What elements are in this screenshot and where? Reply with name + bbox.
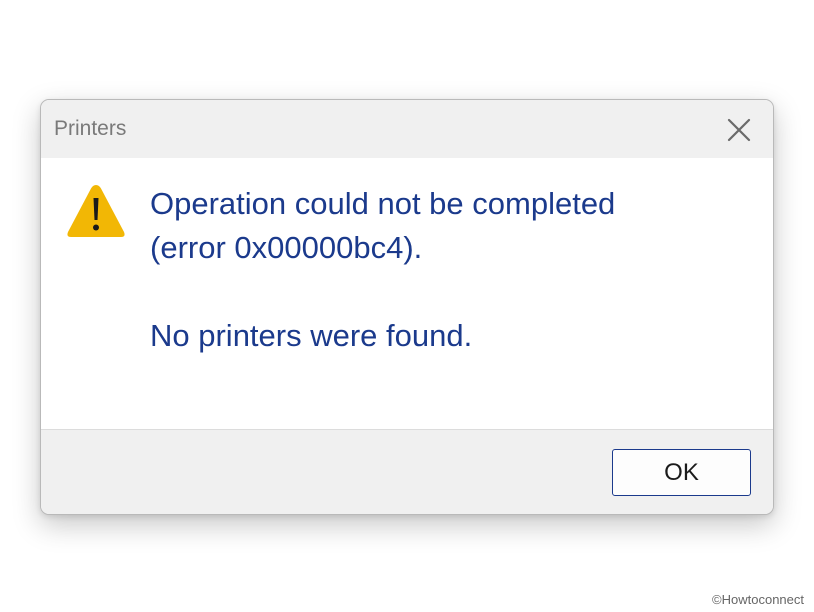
close-icon [727, 118, 751, 142]
dialog-content: Operation could not be completed (error … [41, 158, 773, 430]
dialog-title: Printers [54, 117, 127, 140]
error-message-line2: (error 0x00000bc4). [150, 230, 423, 265]
error-message-line1: Operation could not be completed [150, 186, 616, 221]
error-dialog: Printers Operation could not be complete… [40, 99, 774, 515]
title-bar[interactable]: Printers [41, 100, 773, 158]
dialog-footer: OK [41, 430, 773, 514]
error-message: Operation could not be completed (error … [150, 182, 750, 358]
warning-icon [67, 185, 125, 237]
watermark: ©Howtoconnect [712, 592, 804, 607]
close-button[interactable] [719, 110, 759, 150]
error-message-line3: No printers were found. [150, 318, 473, 353]
ok-button[interactable]: OK [612, 449, 751, 496]
